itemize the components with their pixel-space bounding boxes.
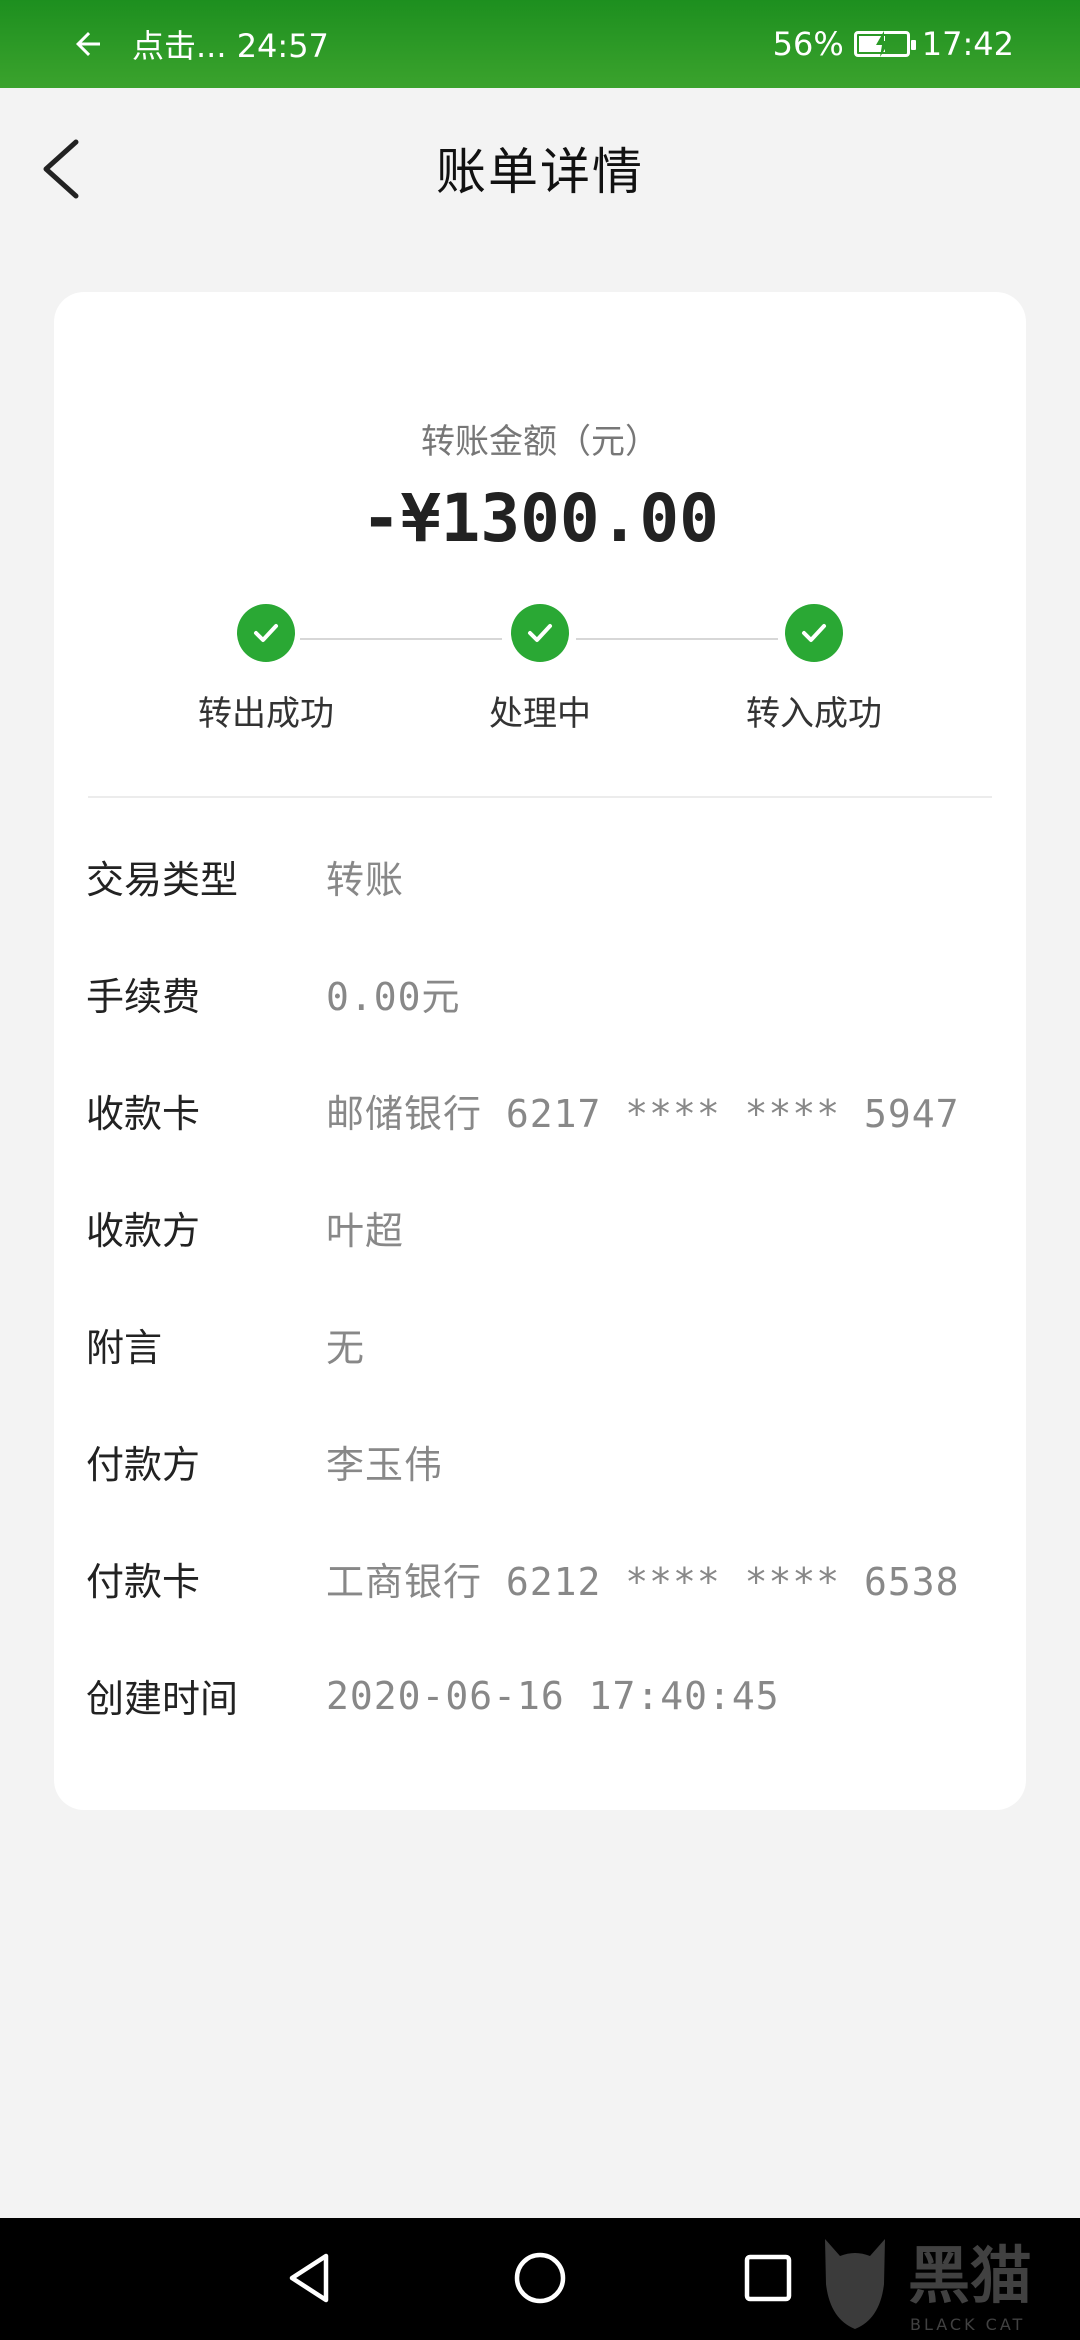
- detail-value: 0.00元: [326, 975, 461, 1019]
- detail-label: 创建时间: [86, 1677, 239, 1721]
- nav-back-button[interactable]: [280, 2248, 340, 2308]
- detail-value: 无: [326, 1326, 366, 1370]
- status-time: 17:42: [921, 25, 1014, 63]
- check-circle-icon: [785, 604, 843, 662]
- watermark-text: 黑猫: [908, 2238, 1033, 2312]
- status-bar: 点击... 24:57 56% 17:42: [0, 0, 1080, 88]
- detail-row-note: 附言 无: [86, 1286, 1006, 1403]
- circle-home-icon: [514, 2252, 566, 2304]
- amount-label: 转账金额（元）: [421, 422, 659, 462]
- nav-recents-button[interactable]: [738, 2248, 798, 2308]
- step-transfer-out: 转出成功: [166, 604, 366, 735]
- check-circle-icon: [511, 604, 569, 662]
- detail-row-receiving-card: 收款卡 邮储银行 6217 **** **** 5947: [86, 1052, 1006, 1169]
- detail-label: 收款卡: [86, 1092, 201, 1136]
- detail-value: 叶超: [326, 1209, 405, 1253]
- status-right: 56% 17:42: [773, 25, 1014, 63]
- detail-value: 工商银行 6212 **** **** 6538: [326, 1560, 960, 1604]
- battery-percent: 56%: [772, 25, 844, 63]
- step-transfer-in: 转入成功: [714, 604, 914, 735]
- detail-value: 李玉伟: [326, 1443, 444, 1487]
- watermark-logo: 黑猫 BLACK CAT: [810, 2218, 1080, 2340]
- page-title: 账单详情: [436, 143, 644, 201]
- status-left[interactable]: 点击... 24:57: [70, 21, 329, 67]
- detail-label: 收款方: [86, 1209, 201, 1253]
- step-label: 转出成功: [198, 694, 334, 734]
- check-circle-icon: [237, 604, 295, 662]
- step-label: 处理中: [489, 694, 591, 734]
- detail-label: 附言: [86, 1326, 163, 1370]
- divider: [88, 796, 992, 798]
- detail-label: 付款卡: [86, 1560, 201, 1604]
- detail-row-fee: 手续费 0.00元: [86, 935, 1006, 1052]
- detail-row-payer: 付款方 李玉伟: [86, 1403, 1006, 1520]
- detail-label: 交易类型: [86, 858, 239, 902]
- status-left-text: 点击... 24:57: [132, 27, 329, 65]
- step-processing: 处理中: [440, 604, 640, 735]
- detail-row-created-time: 创建时间 2020-06-16 17:40:45: [86, 1637, 1006, 1754]
- system-nav-bar: 黑猫 BLACK CAT: [0, 2218, 1080, 2340]
- step-label: 转入成功: [746, 694, 882, 734]
- detail-row-paying-card: 付款卡 工商银行 6212 **** **** 6538: [86, 1520, 1006, 1637]
- detail-row-payee: 收款方 叶超: [86, 1169, 1006, 1286]
- detail-value: 转账: [326, 858, 405, 902]
- detail-value: 邮储银行 6217 **** **** 5947: [326, 1092, 960, 1136]
- header: 账单详情: [0, 88, 1080, 238]
- amount-value: -¥1300.00: [361, 480, 719, 557]
- triangle-back-icon: [289, 2253, 329, 2303]
- progress-steps: 转出成功 处理中 转入成功: [54, 604, 1026, 744]
- battery-icon: [853, 31, 916, 57]
- square-recents-icon: [744, 2254, 792, 2302]
- nav-home-button[interactable]: [510, 2248, 570, 2308]
- detail-list: 交易类型 转账 手续费 0.00元 收款卡 邮储银行 6217 **** ***…: [86, 818, 1006, 1754]
- bill-detail-card: 转账金额（元） -¥1300.00 转出成功 处理中 转入成功 交易类型 转账: [54, 292, 1026, 1810]
- watermark-subtext: BLACK CAT: [910, 2314, 1026, 2334]
- arrow-left-icon: [76, 32, 100, 56]
- detail-row-transaction-type: 交易类型 转账: [86, 818, 1006, 935]
- detail-value: 2020-06-16 17:40:45: [326, 1673, 780, 1718]
- detail-label: 手续费: [86, 975, 201, 1019]
- detail-label: 付款方: [86, 1443, 201, 1487]
- cat-logo-icon: [825, 2239, 885, 2329]
